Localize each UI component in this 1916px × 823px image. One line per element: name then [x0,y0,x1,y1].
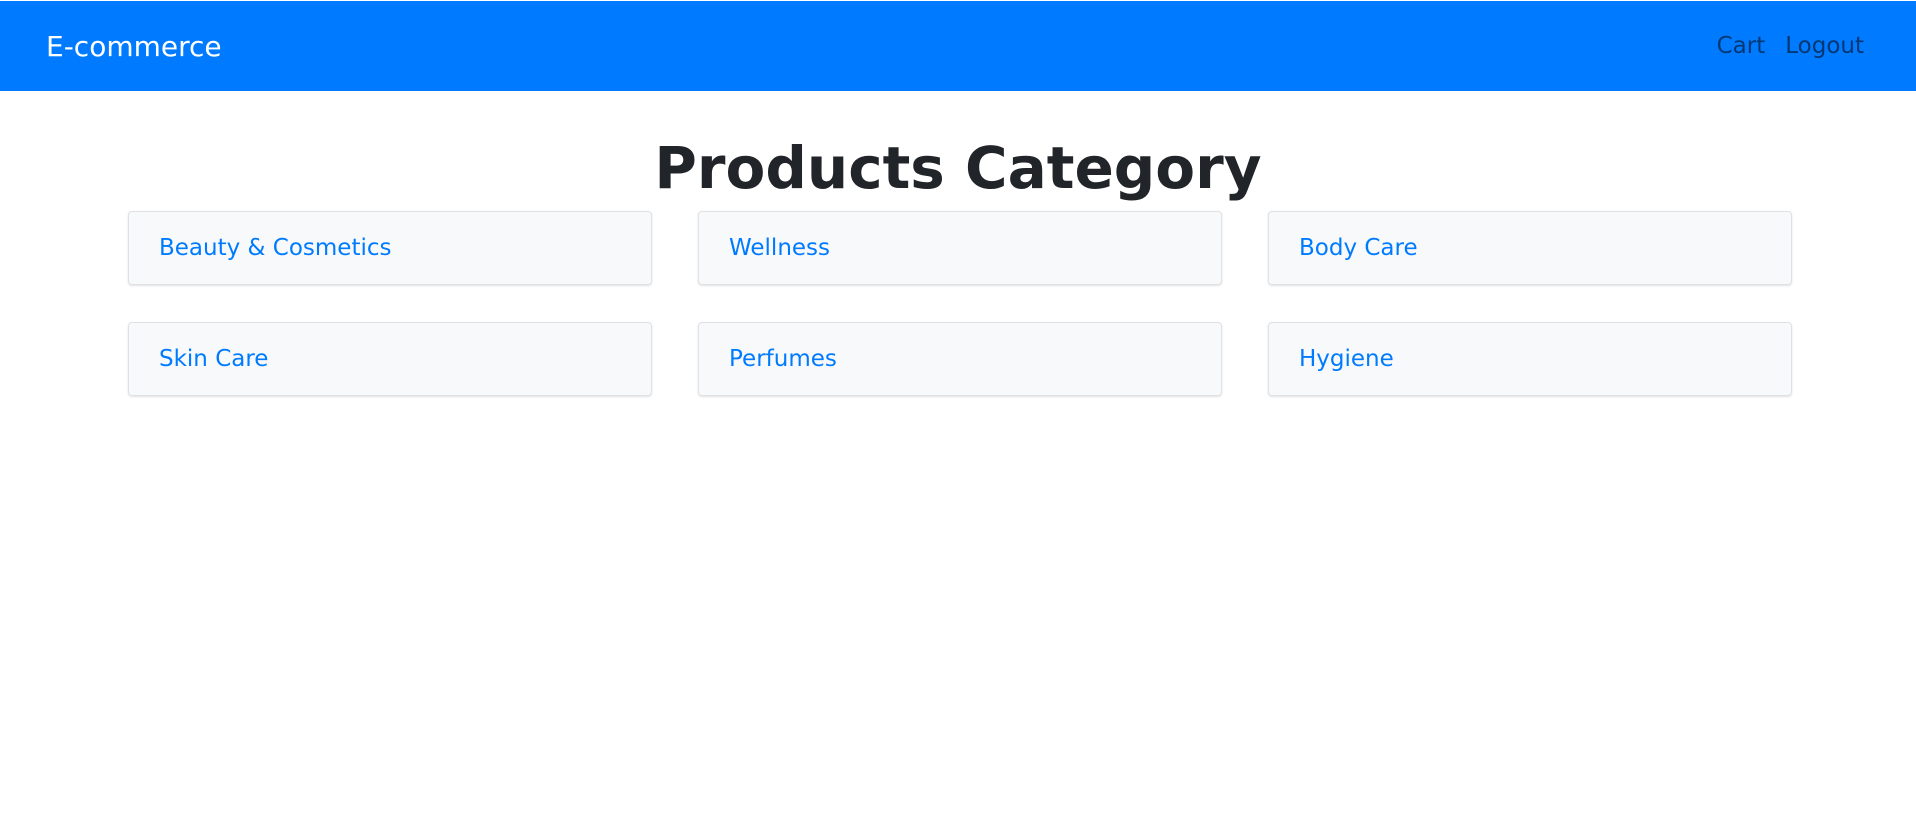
category-card-skin-care[interactable]: Skin Care [128,322,652,396]
category-link[interactable]: Hygiene [1299,346,1394,372]
cart-link[interactable]: Cart [1717,33,1766,59]
category-card-perfumes[interactable]: Perfumes [698,322,1222,396]
nav-links: Cart Logout [1717,33,1864,59]
category-grid: Beauty & Cosmetics Wellness Body Care Sk… [128,211,1792,396]
category-link[interactable]: Perfumes [729,346,837,372]
category-link[interactable]: Skin Care [159,346,268,372]
category-card-hygiene[interactable]: Hygiene [1268,322,1792,396]
category-link[interactable]: Body Care [1299,235,1418,261]
top-navbar: E-commerce Cart Logout [0,1,1916,91]
category-card-wellness[interactable]: Wellness [698,211,1222,285]
category-card-body-care[interactable]: Body Care [1268,211,1792,285]
logout-link[interactable]: Logout [1785,33,1864,59]
category-link[interactable]: Beauty & Cosmetics [159,235,392,261]
brand-link[interactable]: E-commerce [46,30,222,63]
category-card-beauty-cosmetics[interactable]: Beauty & Cosmetics [128,211,652,285]
page-title: Products Category [654,134,1262,202]
category-link[interactable]: Wellness [729,235,830,261]
